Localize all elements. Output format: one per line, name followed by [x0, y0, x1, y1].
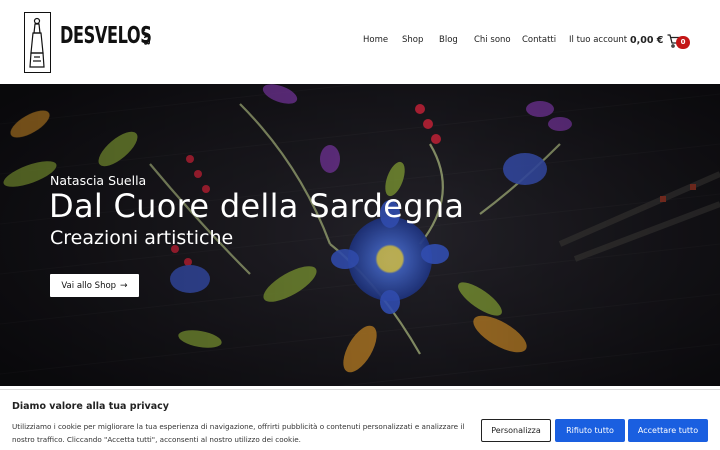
cookie-personalize-button[interactable]: Personalizza [481, 419, 551, 442]
hero-banner: Natascia Suella Dal Cuore della Sardegna… [0, 84, 720, 386]
cookie-text: Utilizziamo i cookie per migliorare la t… [12, 422, 465, 444]
nav-item-home[interactable]: Home [363, 35, 388, 45]
cookie-reject-button[interactable]: Rifiuto tutto [555, 419, 625, 442]
site-header: DESVELOS LAB Home Shop Blog Chi sono Con… [0, 0, 720, 84]
hero-title: Dal Cuore della Sardegna [49, 187, 465, 225]
shop-button[interactable]: Vai allo Shop → [50, 274, 139, 297]
cart-count-badge: 0 [676, 36, 690, 49]
cart[interactable]: 0,00 € 0 [630, 33, 690, 49]
hero-subtitle: Creazioni artistiche [50, 227, 234, 249]
logo-sup: LAB [142, 26, 151, 47]
nav-item-contatti[interactable]: Contatti [522, 35, 556, 45]
nav-item-shop[interactable]: Shop [402, 35, 423, 45]
shop-button-label: Vai allo Shop [61, 280, 117, 291]
logo-mark-icon [24, 12, 51, 73]
arrow-right-icon: → [120, 280, 128, 291]
cookie-title: Diamo valore alla tua privacy [12, 401, 169, 412]
cookie-accept-button[interactable]: Accettare tutto [628, 419, 708, 442]
hero-eyebrow: Natascia Suella [50, 173, 147, 188]
nav-item-chi-sono[interactable]: Chi sono [474, 35, 511, 45]
nav-item-account[interactable]: Il tuo account [569, 35, 627, 45]
cookie-banner: Diamo valore alla tua privacy Utilizziam… [0, 389, 720, 450]
site-logo[interactable]: DESVELOS LAB [24, 12, 177, 73]
nav-item-blog[interactable]: Blog [439, 35, 458, 45]
cart-total: 0,00 € [630, 34, 664, 46]
logo-text: DESVELOS [60, 23, 152, 49]
